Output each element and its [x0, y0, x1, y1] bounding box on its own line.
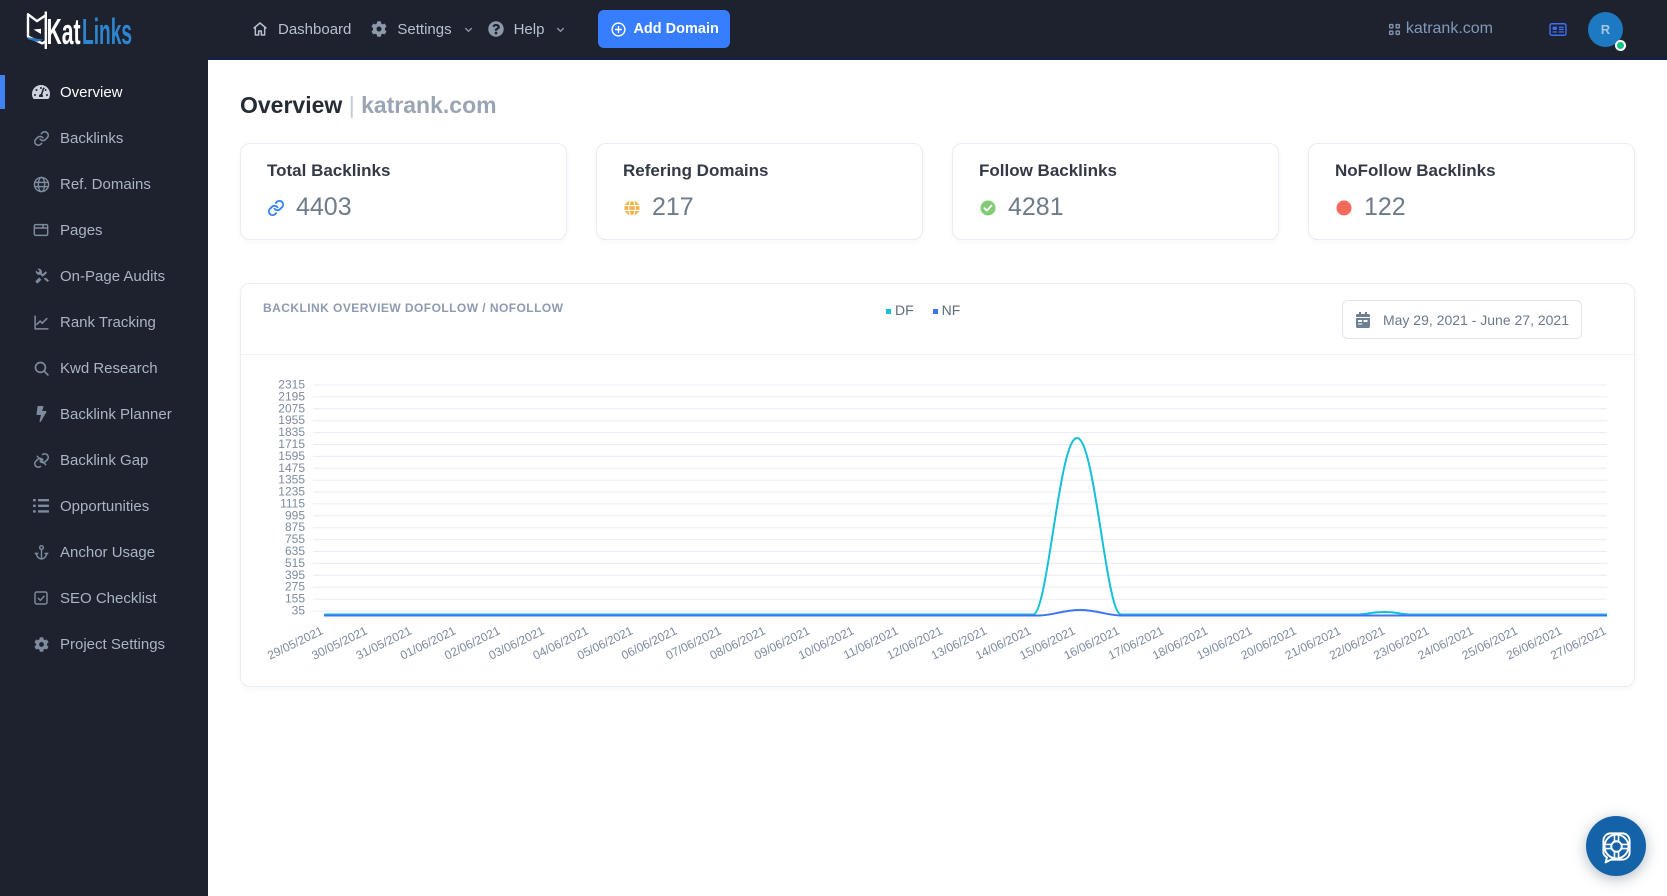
svg-text:35: 35: [292, 604, 306, 618]
svg-text:Links: Links: [82, 11, 132, 52]
svg-text:Kat: Kat: [47, 11, 81, 52]
